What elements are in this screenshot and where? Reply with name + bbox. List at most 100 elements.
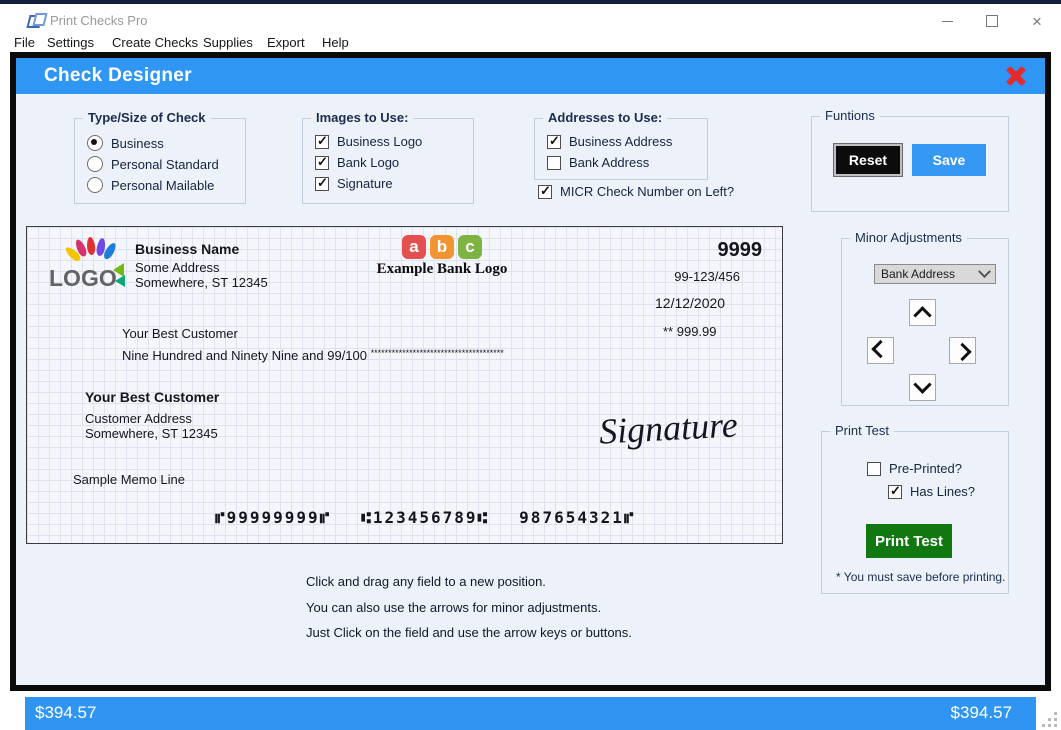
checkbox-micr-left[interactable]: MICR Check Number on Left? xyxy=(538,184,734,199)
customer-address-1: Customer Address xyxy=(85,411,218,426)
group-print-test-title: Print Test xyxy=(830,423,894,438)
radio-business[interactable]: Business xyxy=(87,135,164,151)
field-selector-value: Bank Address xyxy=(881,267,955,281)
nudge-up-button[interactable] xyxy=(909,299,936,326)
checkbox-has-lines[interactable]: Has Lines? xyxy=(888,484,975,499)
customer-address-field[interactable]: Customer Address Somewhere, ST 12345 xyxy=(85,411,218,441)
minimize-button[interactable] xyxy=(932,10,962,32)
business-logo[interactable]: LOGO xyxy=(49,237,135,295)
checkbox-business-address-control[interactable] xyxy=(547,135,561,149)
amount-words-fill: ************************************** xyxy=(371,348,504,358)
customer-name-field[interactable]: Your Best Customer xyxy=(85,389,219,405)
save-button[interactable]: Save xyxy=(912,144,986,176)
dialog-header: Check Designer xyxy=(16,58,1045,94)
radio-personal-mailable-control[interactable] xyxy=(87,177,103,193)
menu-bar: File Settings Create Checks Supplies Exp… xyxy=(0,32,1061,52)
status-amount-right: $394.57 xyxy=(951,703,1012,723)
radio-business-label: Business xyxy=(111,136,164,151)
checkbox-business-logo-control[interactable] xyxy=(315,135,329,149)
menu-settings[interactable]: Settings xyxy=(47,35,94,50)
chevron-down-icon xyxy=(978,265,991,278)
date-field[interactable]: 12/12/2020 xyxy=(655,295,725,311)
signature-field[interactable]: Signature xyxy=(598,403,739,452)
chevron-right-icon xyxy=(953,343,971,361)
micr-check-group: 987654321⑈ xyxy=(519,508,635,527)
customer-address-2: Somewhere, ST 12345 xyxy=(85,426,218,441)
window-close-button[interactable]: × xyxy=(1022,10,1052,32)
bank-logo-caption: Example Bank Logo xyxy=(357,261,527,278)
check-preview: LOGO Business Name Some Address Somewher… xyxy=(26,226,783,544)
checkbox-business-address-label: Business Address xyxy=(569,134,672,149)
checkbox-bank-address-label: Bank Address xyxy=(569,155,649,170)
nudge-left-button[interactable] xyxy=(867,337,894,364)
check-number-field[interactable]: 9999 xyxy=(718,239,763,262)
checkbox-bank-address-control[interactable] xyxy=(547,156,561,170)
checkbox-pre-printed[interactable]: Pre-Printed? xyxy=(867,461,962,476)
group-images-title: Images to Use: xyxy=(311,110,413,125)
business-address-1: Some Address xyxy=(135,260,268,275)
amount-words: Nine Hundred and Ninety Nine and 99/100 xyxy=(122,348,371,363)
field-selector-dropdown[interactable]: Bank Address xyxy=(874,264,996,284)
menu-supplies[interactable]: Supplies xyxy=(203,35,253,50)
checkbox-pre-printed-control[interactable] xyxy=(867,462,881,476)
menu-export[interactable]: Export xyxy=(267,35,305,50)
radio-personal-standard[interactable]: Personal Standard xyxy=(87,156,219,172)
payee-field[interactable]: Your Best Customer xyxy=(122,326,238,341)
print-test-button[interactable]: Print Test xyxy=(866,524,952,558)
bank-logo-letter-c: c xyxy=(458,235,482,259)
group-type-size: Type/Size of Check Business Personal Sta… xyxy=(74,118,246,204)
status-amount-left: $394.57 xyxy=(35,703,96,723)
bank-logo-letter-b: b xyxy=(430,235,454,259)
checkbox-bank-logo-label: Bank Logo xyxy=(337,155,399,170)
business-logo-text: LOGO xyxy=(49,265,117,292)
menu-file[interactable]: File xyxy=(14,35,35,50)
checkbox-business-logo[interactable]: Business Logo xyxy=(315,134,422,149)
memo-field[interactable]: Sample Memo Line xyxy=(73,472,185,487)
app-window: Print Checks Pro × File Settings Create … xyxy=(0,0,1061,730)
bank-logo-field[interactable]: a b c Example Bank Logo xyxy=(357,235,527,278)
amount-words-field[interactable]: Nine Hundred and Ninety Nine and 99/100 … xyxy=(122,348,504,363)
chevron-left-icon xyxy=(871,340,889,358)
nudge-down-button[interactable] xyxy=(909,374,936,401)
checkbox-signature-control[interactable] xyxy=(315,177,329,191)
checkbox-micr-left-label: MICR Check Number on Left? xyxy=(560,184,734,199)
instruction-line-3: Just Click on the field and use the arro… xyxy=(306,625,632,640)
dialog-close-icon[interactable] xyxy=(1001,63,1031,89)
maximize-button[interactable] xyxy=(977,10,1007,32)
checkbox-signature[interactable]: Signature xyxy=(315,176,393,191)
checkbox-micr-left-control[interactable] xyxy=(538,185,552,199)
checkbox-bank-address[interactable]: Bank Address xyxy=(547,155,649,170)
radio-personal-mailable[interactable]: Personal Mailable xyxy=(87,177,214,193)
print-test-note: * You must save before printing. xyxy=(836,570,1005,584)
micr-account-group: ⑈99999999⑈ xyxy=(215,508,331,527)
checkbox-business-address[interactable]: Business Address xyxy=(547,134,672,149)
title-bar: Print Checks Pro × xyxy=(0,4,1061,32)
menu-help[interactable]: Help xyxy=(322,35,349,50)
app-icon xyxy=(28,13,44,27)
menu-create-checks[interactable]: Create Checks xyxy=(112,35,198,50)
checkbox-business-logo-label: Business Logo xyxy=(337,134,422,149)
checkbox-bank-logo-control[interactable] xyxy=(315,156,329,170)
amount-field[interactable]: ** 999.99 xyxy=(663,324,717,339)
checkbox-bank-logo[interactable]: Bank Logo xyxy=(315,155,399,170)
checkbox-has-lines-control[interactable] xyxy=(888,485,902,499)
reset-button[interactable]: Reset xyxy=(834,144,902,176)
radio-personal-standard-control[interactable] xyxy=(87,156,103,172)
fraction-field[interactable]: 99-123/456 xyxy=(674,269,740,284)
radio-business-control[interactable] xyxy=(87,135,103,151)
checkbox-has-lines-label: Has Lines? xyxy=(910,484,975,499)
checkbox-signature-label: Signature xyxy=(337,176,393,191)
radio-personal-standard-label: Personal Standard xyxy=(111,157,219,172)
radio-personal-mailable-label: Personal Mailable xyxy=(111,178,214,193)
check-designer-dialog: Check Designer Type/Size of Check Busine… xyxy=(10,52,1051,691)
resize-grip[interactable] xyxy=(1042,712,1058,728)
dialog-title: Check Designer xyxy=(44,65,192,87)
micr-line-field[interactable]: ⑈99999999⑈ ⑆123456789⑆ 987654321⑈ xyxy=(215,508,635,527)
group-type-size-title: Type/Size of Check xyxy=(83,110,211,125)
group-images: Images to Use: Business Logo Bank Logo S… xyxy=(302,118,474,204)
business-name-field[interactable]: Business Name Some Address Somewhere, ST… xyxy=(135,241,268,290)
micr-routing-group: ⑆123456789⑆ xyxy=(361,508,489,527)
nudge-right-button[interactable] xyxy=(949,337,976,364)
checkbox-pre-printed-label: Pre-Printed? xyxy=(889,461,962,476)
group-minor-adjustments-title: Minor Adjustments xyxy=(850,230,967,245)
